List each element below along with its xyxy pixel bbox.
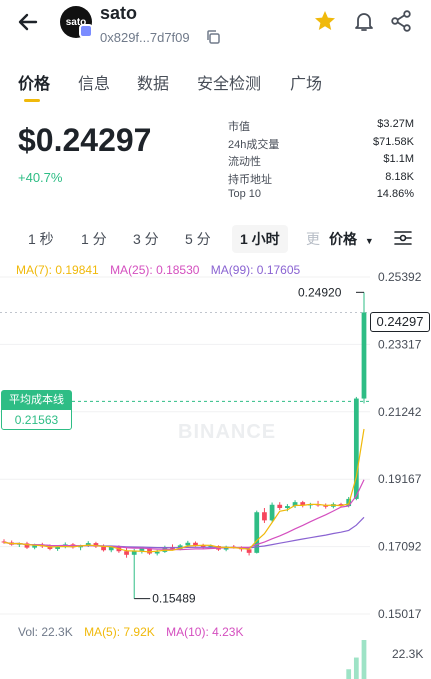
volume-bar: [346, 669, 352, 679]
ma7-line: [3, 428, 365, 553]
low-price-label: 0.15489: [152, 592, 196, 606]
interval-more[interactable]: 更: [306, 229, 320, 249]
stat-label: Top 10: [228, 188, 262, 200]
volume-max-label: 22.3K: [392, 647, 424, 661]
interval-bar: 1 秒 1 分 3 分 5 分 1 小时 更 价格 ▼: [0, 222, 431, 254]
token-name: sato: [100, 3, 138, 23]
y-tick-label: 0.25392: [378, 270, 422, 284]
volume-ma10-label: MA(10): 4.23K: [166, 625, 244, 639]
stat-label: 市值: [228, 121, 250, 133]
back-arrow-icon[interactable]: [14, 8, 42, 36]
stat-value: $3.27M: [377, 118, 414, 130]
stat-value: $1.1M: [383, 153, 414, 165]
tab-square[interactable]: 广场: [290, 70, 322, 94]
stat-market-cap: 市值 $3.27M: [228, 118, 414, 136]
high-price-label: 0.24920: [298, 285, 342, 299]
average-cost-line-tag: 平均成本线 0.21563: [1, 390, 72, 430]
stat-value: 14.86%: [376, 188, 414, 200]
ma25-line: [3, 479, 365, 551]
stat-label: 流动性: [228, 156, 261, 168]
watermark: BINANCE: [178, 421, 276, 443]
interval-1h[interactable]: 1 小时: [232, 225, 288, 253]
y-tick-label: 0.15017: [378, 607, 422, 621]
interval-3m[interactable]: 3 分: [133, 229, 159, 249]
caret-down-icon: ▼: [364, 236, 374, 246]
price-change: +40.7%: [18, 170, 63, 185]
candlestick-chart[interactable]: 0.25392 0.23317 0.21242 0.19167 0.17092 0.150…: [0, 260, 431, 679]
stat-24h-volume: 24h成交量 $71.58K: [228, 136, 414, 154]
candle-body: [262, 512, 267, 521]
copy-icon[interactable]: [205, 29, 221, 45]
tab-info[interactable]: 信息: [78, 70, 110, 94]
token-address: 0x829f...7d7f09: [100, 30, 190, 45]
tab-security[interactable]: 安全检测: [197, 70, 261, 94]
y-tick-label: 0.19167: [378, 472, 422, 486]
bell-icon[interactable]: [352, 9, 376, 33]
candle-body: [277, 504, 283, 509]
candle-body: [124, 551, 129, 555]
candle-body: [285, 506, 290, 509]
candle-body: [269, 504, 275, 521]
average-cost-value: 0.21563: [14, 413, 59, 427]
y-tick-label: 0.23317: [378, 337, 422, 351]
main-tabs: 价格 信息 数据 安全检测 广场: [0, 66, 431, 104]
current-price-tag: 0.24297: [370, 312, 430, 332]
volume-ma5-label: MA(5): 7.92K: [84, 625, 155, 639]
tab-data[interactable]: 数据: [137, 70, 169, 94]
volume-label: Vol: 22.3K: [18, 625, 73, 639]
chain-badge-icon: [79, 24, 93, 38]
stat-label: 24h成交量: [228, 138, 280, 151]
price-type-dropdown[interactable]: 价格 ▼: [329, 229, 374, 249]
volume-bar: [361, 640, 367, 679]
token-stats: 市值 $3.27M 24h成交量 $71.58K 流动性 $1.1M 持币地址 …: [228, 118, 414, 206]
volume-legend: Vol: 22.3K MA(5): 7.92K MA(10): 4.23K: [18, 625, 243, 639]
interval-5m[interactable]: 5 分: [185, 229, 211, 249]
candle-body: [361, 312, 367, 399]
favorite-star-icon[interactable]: [313, 9, 337, 33]
volume-bar: [353, 657, 359, 679]
current-price: $0.24297: [18, 122, 152, 158]
header: sato sato 0x829f...7d7f09: [0, 0, 431, 50]
y-tick-label: 0.21242: [378, 405, 422, 419]
share-icon[interactable]: [389, 9, 413, 33]
candle-body: [154, 551, 160, 554]
stat-top10: Top 10 14.86%: [228, 188, 414, 206]
candle-body: [185, 542, 191, 546]
interval-1m[interactable]: 1 分: [81, 229, 107, 249]
candle-body: [101, 546, 106, 551]
chart-settings-icon[interactable]: [392, 228, 414, 248]
stat-label: 持币地址: [228, 173, 272, 186]
price-type-label: 价格: [329, 231, 357, 247]
stat-value: 8.18K: [385, 170, 414, 183]
stat-holders: 持币地址 8.18K: [228, 171, 414, 189]
y-tick-label: 0.17092: [378, 540, 422, 554]
interval-1s[interactable]: 1 秒: [28, 229, 54, 249]
stat-value: $71.58K: [373, 135, 414, 148]
stat-liquidity: 流动性 $1.1M: [228, 153, 414, 171]
active-tab-indicator: [24, 99, 40, 102]
tab-price[interactable]: 价格: [18, 70, 50, 94]
average-cost-title: 平均成本线: [2, 391, 71, 410]
